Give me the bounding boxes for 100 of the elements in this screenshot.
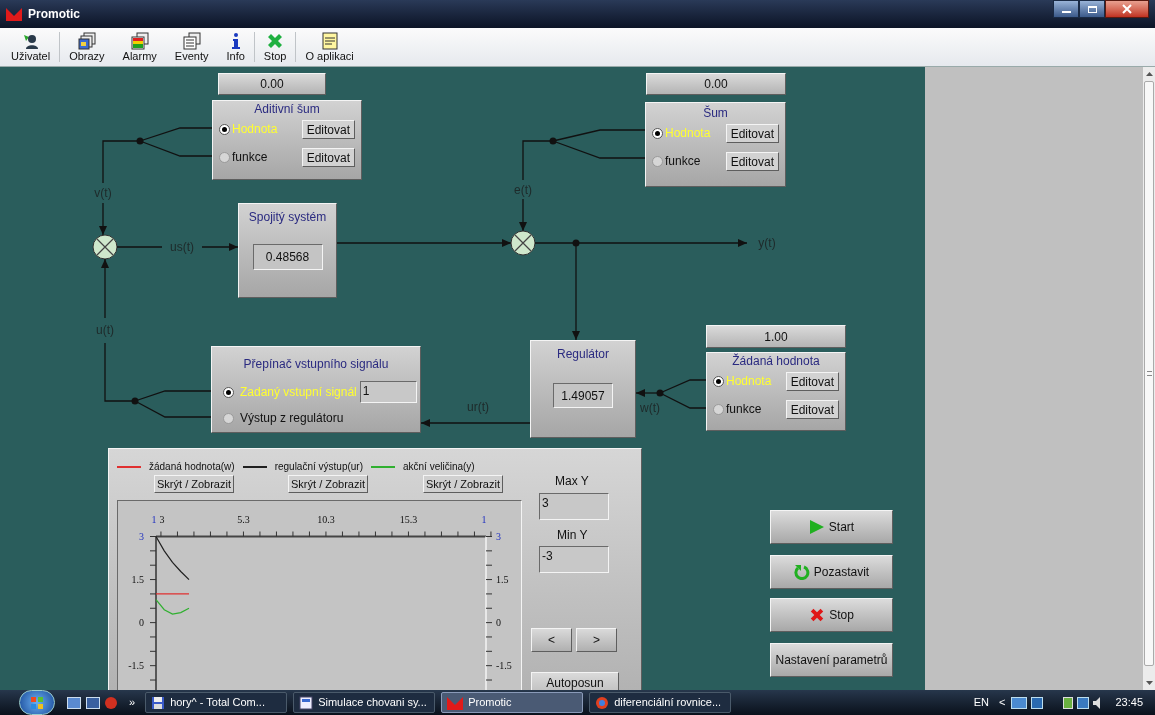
toolbar-button[interactable]: O aplikaci xyxy=(296,31,363,63)
option-label: funkce xyxy=(665,153,702,170)
toolbar-button[interactable]: Obrazy xyxy=(60,31,114,63)
summing-junction xyxy=(510,230,536,256)
panel-title: Žádaná hodnota xyxy=(731,353,821,369)
radio-button[interactable] xyxy=(652,155,663,167)
axis-tick-label: 5.3 xyxy=(237,513,250,525)
legend-swatch xyxy=(242,465,267,468)
radio-button[interactable] xyxy=(713,403,724,415)
document-icon xyxy=(299,695,314,710)
toolbar-button[interactable]: Stop xyxy=(254,31,296,63)
axis-tick-label: 0 xyxy=(139,617,144,629)
edit-button[interactable]: Editovat xyxy=(785,371,839,391)
option-label: Hodnota xyxy=(665,125,712,142)
toggle-series-button[interactable]: Skrýt / Zobrazit xyxy=(154,475,234,493)
toolbar-button[interactable]: Alarmy xyxy=(113,31,166,63)
play-icon xyxy=(808,519,825,535)
axis-tick-label: -1.5 xyxy=(496,660,512,672)
taskbar-button[interactable]: diferenciální rovnice... xyxy=(589,692,732,713)
nav-button[interactable]: > xyxy=(576,628,617,652)
maximize-button[interactable] xyxy=(1079,0,1105,18)
taskbar-button[interactable]: Simulace chovani sy... xyxy=(293,692,436,713)
radio-button[interactable] xyxy=(223,412,234,424)
connector-line xyxy=(104,342,136,402)
nav-button[interactable]: < xyxy=(531,628,572,652)
input-field[interactable]: -3 xyxy=(539,546,609,573)
axis-tick-label: 3 xyxy=(139,531,144,542)
axis-tick-label: -1.5 xyxy=(128,660,144,672)
window-switch-icon[interactable] xyxy=(86,696,100,709)
toggle-series-button[interactable]: Skrýt / Zobrazit xyxy=(288,475,368,493)
control-button[interactable]: Stop xyxy=(770,598,893,632)
control-button[interactable]: Nastavení parametrů xyxy=(770,643,893,677)
axis-tick-label: 1.5 xyxy=(496,574,509,586)
display-icon[interactable] xyxy=(1031,696,1044,709)
input-field[interactable]: 1 xyxy=(359,381,417,403)
edit-button[interactable]: Editovat xyxy=(725,151,779,171)
legend-swatch xyxy=(371,465,395,468)
logo-icon xyxy=(6,7,22,21)
desktop-icon[interactable] xyxy=(67,696,81,709)
radio-button[interactable] xyxy=(219,123,230,135)
scroll-up-icon[interactable] xyxy=(1145,71,1153,77)
control-button[interactable]: Start xyxy=(770,510,893,544)
autoscroll-button[interactable]: Autoposun xyxy=(531,672,619,690)
summing-junction xyxy=(92,234,118,260)
start-button[interactable] xyxy=(19,690,55,715)
option-label: funkce xyxy=(232,149,269,166)
connector-line xyxy=(102,140,141,184)
field-label: Max Y xyxy=(555,473,589,490)
taskbar-button[interactable]: hory^ - Total Com... xyxy=(145,692,288,713)
axis-tick-label: 3 xyxy=(159,513,165,525)
stacked-pages-icon xyxy=(182,31,201,50)
close-icon xyxy=(1122,4,1132,14)
option-label: Hodnota xyxy=(726,373,773,390)
connector-line xyxy=(116,246,163,248)
toolbar-button[interactable]: Info xyxy=(217,31,254,63)
axis-tick-label: 3 xyxy=(496,531,501,542)
battery-icon[interactable] xyxy=(1063,696,1074,709)
toggle-series-button[interactable]: Skrýt / Zobrazit xyxy=(423,475,503,493)
control-button[interactable]: Pozastavit xyxy=(770,555,893,589)
legend-label: žádaná hodnota(w) xyxy=(149,460,235,474)
stacked-windows-icon xyxy=(130,31,149,50)
radio-button[interactable] xyxy=(219,151,230,163)
edit-button[interactable]: Editovat xyxy=(301,119,355,139)
windows-logo-icon xyxy=(30,695,44,710)
radio-button[interactable] xyxy=(713,375,724,387)
note-icon xyxy=(320,31,339,50)
tray-expand-button[interactable]: < xyxy=(999,694,1006,711)
legend-label: akční veličina(y) xyxy=(403,460,475,474)
browser-icon[interactable] xyxy=(105,696,117,709)
value-display: 1.00 xyxy=(706,325,846,348)
connector-arrow xyxy=(99,202,107,236)
minimize-button[interactable] xyxy=(1053,0,1079,18)
clock: 23:45 xyxy=(1115,695,1143,711)
option-label: Zadaný vstupní signál xyxy=(240,384,357,401)
scrollbar[interactable] xyxy=(1143,67,1155,690)
window-title: Promotic xyxy=(28,6,80,23)
language-indicator[interactable]: EN xyxy=(973,694,990,711)
junction-dot xyxy=(572,239,580,247)
connector-line xyxy=(522,140,554,181)
toolbar-button[interactable]: Uživatel xyxy=(2,31,60,63)
cursor-marker-label: 1 xyxy=(151,513,157,525)
edit-button[interactable]: Editovat xyxy=(785,399,839,419)
series-line xyxy=(155,535,190,581)
radio-button[interactable] xyxy=(223,386,234,398)
taskbar-button[interactable]: Promotic xyxy=(441,692,584,713)
toolbar-button[interactable]: Eventy xyxy=(165,31,218,63)
close-button[interactable] xyxy=(1105,0,1149,18)
radio-button[interactable] xyxy=(652,127,663,139)
axis-tick-label: 15.3 xyxy=(399,513,418,525)
edit-button[interactable]: Editovat xyxy=(301,147,355,167)
input-field[interactable]: 3 xyxy=(539,493,609,520)
edit-button[interactable]: Editovat xyxy=(725,123,779,143)
value-display: 0.00 xyxy=(218,73,326,95)
option-label: Výstup z regulátoru xyxy=(240,410,344,427)
legend-swatch xyxy=(117,465,141,468)
globe-icon xyxy=(595,695,610,710)
block-title: Regulátor xyxy=(557,346,609,363)
scroll-down-icon[interactable] xyxy=(1145,680,1153,686)
refresh-icon xyxy=(793,564,810,580)
more-button[interactable]: » xyxy=(129,694,136,711)
